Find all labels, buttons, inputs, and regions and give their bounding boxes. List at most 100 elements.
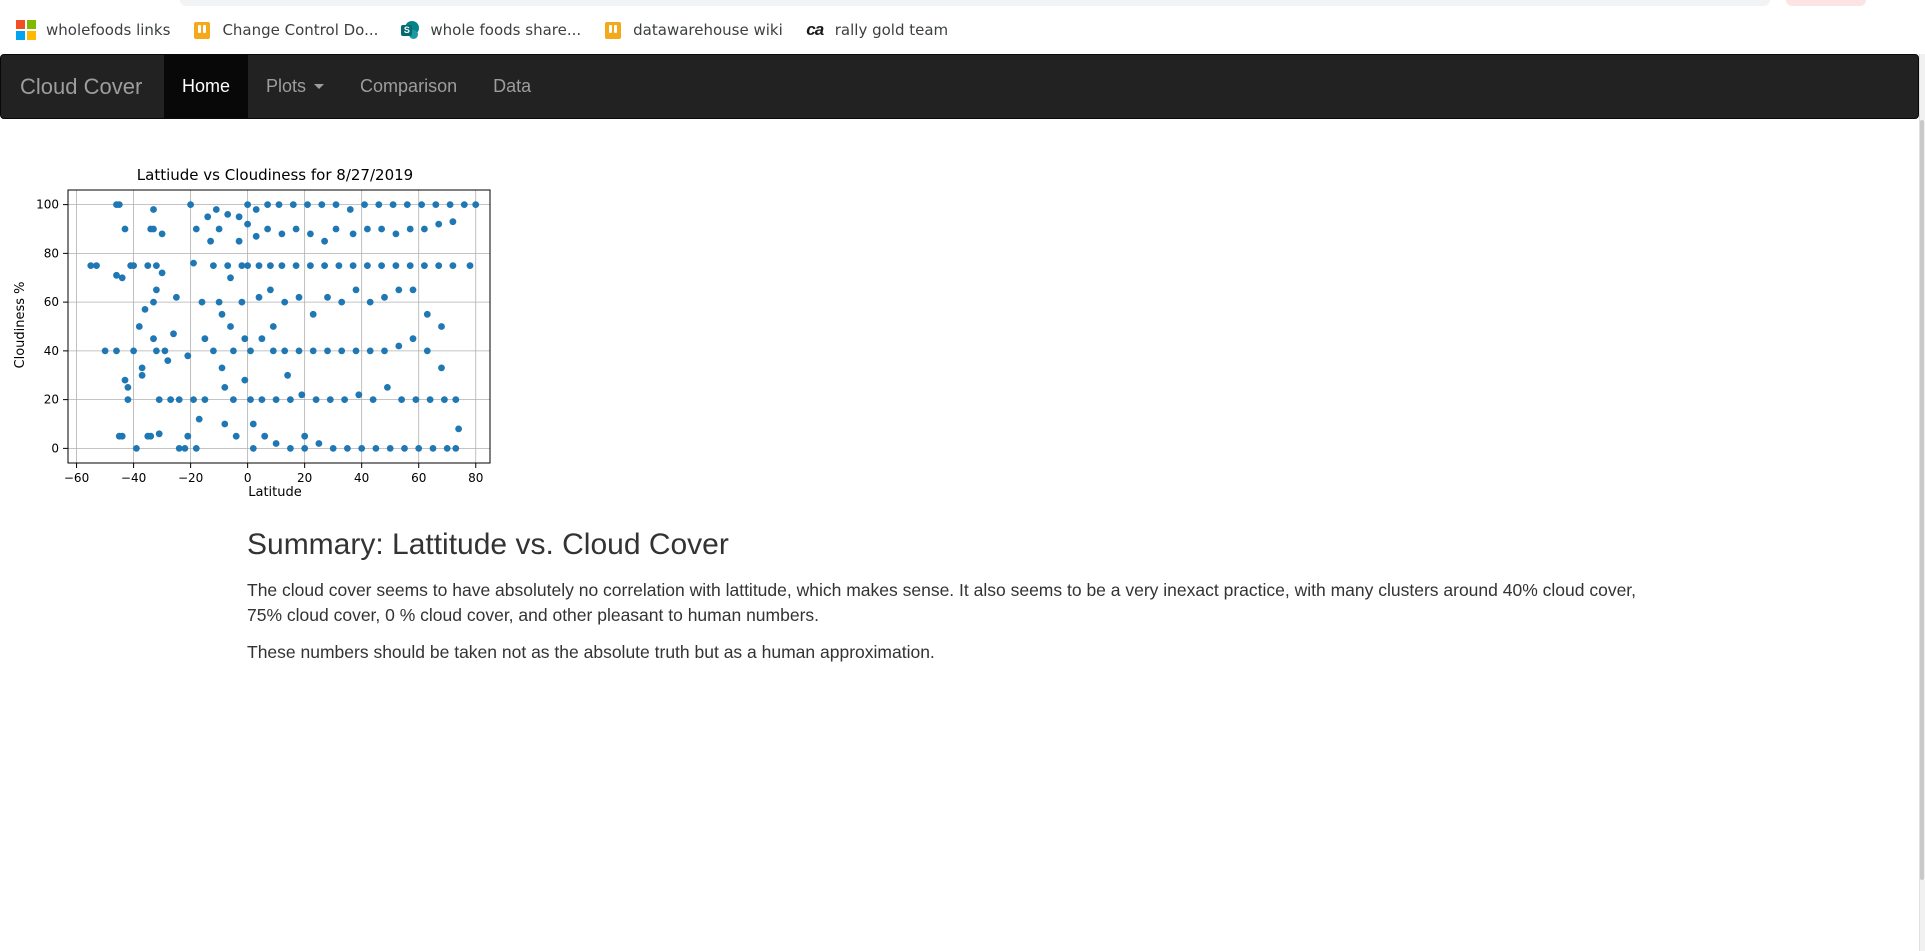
data-point bbox=[118, 432, 126, 440]
data-point bbox=[221, 420, 229, 428]
data-point bbox=[158, 230, 166, 238]
data-point bbox=[241, 335, 249, 343]
microsoft-logo-icon bbox=[16, 20, 36, 40]
data-point bbox=[432, 201, 440, 208]
data-point bbox=[284, 371, 291, 379]
data-point bbox=[230, 347, 237, 355]
data-point bbox=[170, 330, 177, 338]
data-point bbox=[187, 201, 195, 208]
nav-item-plots[interactable]: Plots bbox=[248, 55, 342, 118]
summary-paragraph: The cloud cover seems to have absolutely… bbox=[247, 580, 1637, 625]
data-point bbox=[155, 396, 163, 403]
data-point bbox=[346, 206, 354, 213]
y-tick-label: 0 bbox=[51, 441, 59, 455]
bookmark-label: whole foods share... bbox=[430, 21, 582, 39]
data-point bbox=[272, 440, 280, 447]
data-point bbox=[198, 298, 206, 306]
navbar-brand[interactable]: Cloud Cover bbox=[1, 55, 161, 118]
scatter-chart: Lattiude vs Cloudiness for 8/27/2019 −60… bbox=[13, 166, 491, 500]
nav-item-data[interactable]: Data bbox=[475, 55, 549, 118]
data-point bbox=[267, 286, 274, 294]
y-axis-ticks: 0 20 40 60 80 100 bbox=[36, 198, 68, 455]
bookmark-whole-foods-share[interactable]: S whole foods share... bbox=[400, 18, 591, 42]
data-point bbox=[150, 225, 157, 233]
data-point bbox=[386, 445, 394, 452]
scatter-plot-image: Lattiude vs Cloudiness for 8/27/2019 −60… bbox=[10, 160, 500, 500]
caret-down-icon bbox=[314, 84, 325, 89]
x-tick-label: −40 bbox=[121, 471, 146, 485]
nav-item-label: Data bbox=[493, 76, 532, 96]
bookmark-rally-gold-team[interactable]: ca rally gold team bbox=[805, 18, 958, 42]
x-tick-label: 80 bbox=[468, 471, 483, 485]
scrollbar-thumb[interactable] bbox=[1920, 120, 1924, 880]
bookmark-change-control[interactable]: Change Control Do... bbox=[192, 18, 388, 42]
data-point bbox=[324, 293, 331, 301]
data-point bbox=[406, 225, 414, 233]
data-point bbox=[224, 262, 232, 269]
data-point bbox=[455, 425, 462, 433]
data-point bbox=[426, 396, 434, 403]
data-point bbox=[361, 201, 368, 208]
data-point bbox=[438, 364, 445, 372]
data-point bbox=[423, 310, 431, 318]
data-point bbox=[409, 335, 417, 343]
data-point bbox=[204, 213, 212, 221]
data-point bbox=[401, 445, 408, 452]
data-point bbox=[124, 396, 132, 403]
bookmark-wholefoods-links[interactable]: wholefoods links bbox=[16, 18, 180, 42]
data-point bbox=[309, 347, 317, 355]
data-point bbox=[449, 218, 457, 226]
data-point bbox=[93, 262, 100, 269]
data-point bbox=[281, 298, 289, 306]
summary-paragraph: These numbers should be taken not as the… bbox=[247, 642, 935, 662]
data-point bbox=[244, 201, 252, 208]
data-point bbox=[438, 323, 445, 330]
data-point bbox=[443, 445, 451, 452]
data-point bbox=[364, 262, 371, 269]
data-point bbox=[321, 237, 328, 245]
chart-title: Lattiude vs Cloudiness for 8/27/2019 bbox=[137, 166, 413, 184]
data-point bbox=[227, 323, 234, 330]
data-point bbox=[130, 347, 137, 355]
nav-item-comparison[interactable]: Comparison bbox=[342, 55, 475, 118]
data-point bbox=[124, 384, 132, 391]
data-point bbox=[138, 364, 146, 372]
data-point bbox=[101, 347, 109, 355]
nav-item-label: Plots bbox=[266, 76, 307, 96]
data-point bbox=[352, 347, 360, 355]
data-point bbox=[435, 220, 443, 228]
data-point bbox=[423, 347, 431, 355]
data-point bbox=[324, 347, 331, 355]
data-point bbox=[349, 262, 357, 269]
address-bar[interactable] bbox=[180, 0, 1770, 6]
nav-item-home[interactable]: Home bbox=[164, 55, 249, 118]
data-point bbox=[130, 262, 137, 269]
data-point bbox=[315, 440, 323, 447]
data-point bbox=[210, 262, 217, 269]
data-point bbox=[153, 262, 160, 269]
data-point bbox=[281, 347, 289, 355]
nav-menu: Home Plots Comparison Data bbox=[164, 55, 549, 118]
data-point bbox=[212, 206, 220, 213]
y-tick-label: 40 bbox=[44, 344, 59, 358]
profile-button[interactable] bbox=[1786, 0, 1866, 6]
bookmark-datawarehouse-wiki[interactable]: datawarehouse wiki bbox=[603, 18, 793, 42]
data-point bbox=[190, 259, 197, 267]
data-point bbox=[292, 225, 300, 233]
sharepoint-icon: S bbox=[400, 20, 420, 40]
bookmarks-bar: wholefoods links Change Control Do... S … bbox=[0, 0, 1925, 54]
data-point bbox=[278, 262, 286, 269]
data-point bbox=[312, 396, 320, 403]
data-point bbox=[244, 262, 252, 269]
y-axis-label: Cloudiness % bbox=[13, 281, 28, 368]
data-point bbox=[135, 323, 143, 330]
x-tick-label: −60 bbox=[64, 471, 89, 485]
data-point bbox=[381, 347, 388, 355]
data-point bbox=[181, 445, 189, 452]
data-point bbox=[218, 364, 226, 372]
data-point bbox=[429, 445, 437, 452]
data-point bbox=[292, 262, 300, 269]
data-point bbox=[244, 220, 252, 228]
data-point bbox=[158, 269, 166, 277]
data-point bbox=[318, 201, 326, 208]
